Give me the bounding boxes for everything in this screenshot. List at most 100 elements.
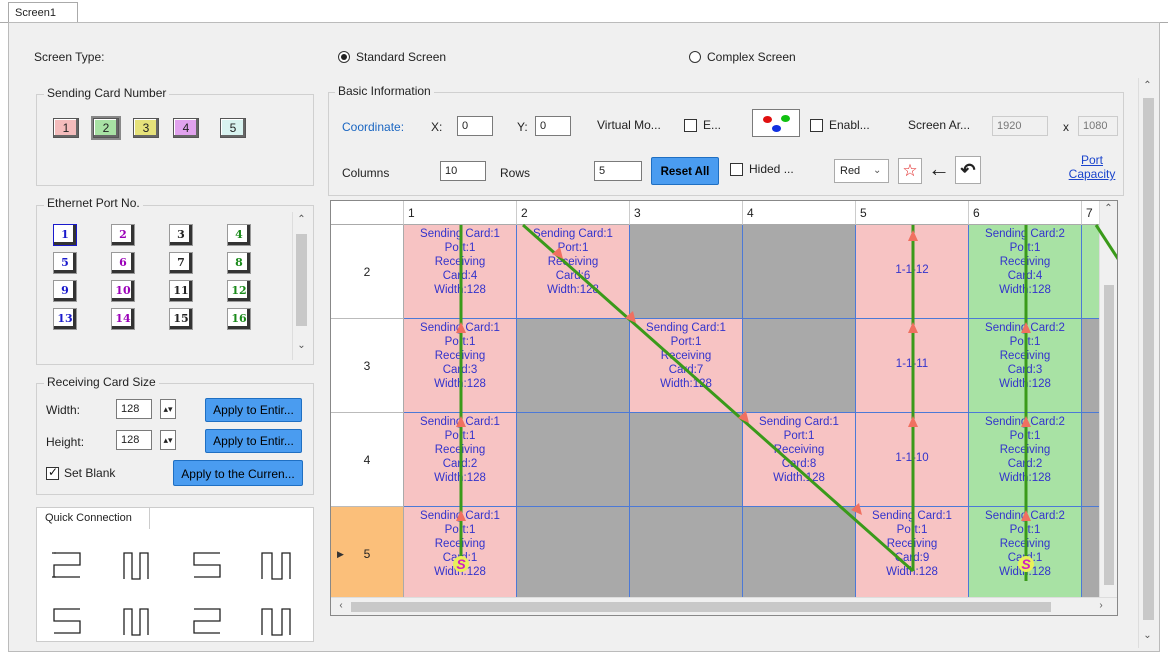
grid-cell[interactable]	[517, 413, 630, 507]
main-scrollbar[interactable]: ⌃ ⌄	[1138, 78, 1156, 648]
grid-cell[interactable]: Sending Card:2 Port:1 Receiving Card:1 Width…	[969, 507, 1082, 601]
grid-cell[interactable]	[743, 319, 856, 413]
grid-cell[interactable]: Sending Card:1 Port:1 Receiving Card:4 Width…	[404, 225, 517, 319]
y-input[interactable]: 0	[535, 116, 571, 136]
ethernet-port-14-button[interactable]: 14	[111, 308, 135, 330]
grid-cell[interactable]	[630, 507, 743, 601]
grid-cell[interactable]: Sending Card:2 Port:1 Receiving Card:2 Width…	[969, 413, 1082, 507]
ethernet-port-3-button[interactable]: 3	[169, 224, 193, 246]
reverse-zigzag-icon[interactable]	[193, 552, 221, 578]
grid-cell[interactable]: Sending Card:1 Port:1 Receiving Card:6 Width…	[517, 225, 630, 319]
standard-screen-radio[interactable]	[338, 51, 350, 63]
grid-cell[interactable]: Sending Card:1 Port:1 Receiving Card:8 Width…	[743, 413, 856, 507]
zigzag-down-icon[interactable]	[53, 608, 81, 634]
width-spinner-icon[interactable]: ▴▾	[160, 399, 176, 419]
grid-scroll-left-icon[interactable]: ‹	[335, 600, 347, 611]
sending-card-4-button[interactable]: 4	[173, 118, 199, 138]
scroll-up-icon[interactable]: ⌃	[293, 214, 310, 225]
ethernet-port-12-button[interactable]: 12	[227, 280, 251, 302]
undo-icon[interactable]: ↶	[955, 156, 981, 184]
grid-vscroll-thumb[interactable]	[1104, 285, 1114, 585]
star-icon[interactable]: ☆	[898, 158, 922, 184]
ethernet-port-9-button[interactable]: 9	[53, 280, 77, 302]
grid-cell[interactable]: Sending Card:1 Port:1 Receiving Card:2 Width…	[404, 413, 517, 507]
height-input[interactable]: 128	[116, 430, 152, 450]
grid-cell[interactable]: 1-1-11	[856, 319, 969, 413]
column-header[interactable]: 4	[743, 201, 856, 225]
ethernet-port-1-button[interactable]: 1	[53, 224, 77, 246]
columns-input[interactable]: 10	[440, 161, 486, 181]
grid-cell[interactable]	[517, 319, 630, 413]
sending-card-3-button[interactable]: 3	[133, 118, 159, 138]
set-blank-label[interactable]: Set Blank	[64, 466, 115, 480]
grid-vertical-scrollbar[interactable]: ⌃	[1099, 201, 1117, 597]
grid-cell[interactable]: Sending Card:1 Port:1 Receiving Card:7 Width…	[630, 319, 743, 413]
grid-cell[interactable]: Sending Card:2 Port:1 Receiving Card:4 Width…	[969, 225, 1082, 319]
x-input[interactable]: 0	[457, 116, 493, 136]
ethernet-port-6-button[interactable]: 6	[111, 252, 135, 274]
ethernet-port-8-button[interactable]: 8	[227, 252, 251, 274]
column-down-icon[interactable]	[261, 608, 291, 636]
apply-width-button[interactable]: Apply to Entir...	[205, 398, 302, 422]
screen-area-width-input[interactable]: 1920	[992, 116, 1048, 136]
grid-cell[interactable]	[743, 225, 856, 319]
reset-all-button[interactable]: Reset All	[651, 157, 719, 185]
color-select[interactable]: Red ⌄	[834, 159, 889, 183]
grid-cell[interactable]	[517, 507, 630, 601]
row-header[interactable]: 4	[331, 413, 404, 507]
grid-cell[interactable]: 1-1-12	[856, 225, 969, 319]
back-arrow-icon[interactable]: ←	[928, 157, 950, 183]
height-spinner-icon[interactable]: ▴▾	[160, 430, 176, 450]
grid-cell[interactable]	[743, 507, 856, 601]
row-header[interactable]: 2	[331, 225, 404, 319]
tab-screen1[interactable]: Screen1	[8, 2, 78, 22]
quick-connection-tab[interactable]: Quick Connection	[36, 507, 150, 529]
sending-card-2-button[interactable]: 2	[91, 116, 121, 140]
column-header[interactable]: 2	[517, 201, 630, 225]
set-blank-checkbox[interactable]	[46, 465, 59, 480]
column-header[interactable]: 6	[969, 201, 1082, 225]
main-scroll-thumb[interactable]	[1143, 98, 1154, 620]
sending-card-5-button[interactable]: 5	[220, 118, 246, 138]
grid-horizontal-scrollbar[interactable]: ‹ ›	[331, 597, 1117, 615]
standard-screen-label[interactable]: Standard Screen	[356, 50, 446, 64]
width-input[interactable]: 128	[116, 399, 152, 419]
virtual-pixel-icon[interactable]	[752, 109, 800, 137]
ethernet-port-2-button[interactable]: 2	[111, 224, 135, 246]
main-scroll-up-icon[interactable]: ⌃	[1139, 80, 1156, 91]
grid-cell[interactable]	[630, 225, 743, 319]
grid-scroll-thumb[interactable]	[351, 602, 1051, 612]
zigzag-pattern-icon[interactable]	[52, 552, 81, 578]
complex-screen-label[interactable]: Complex Screen	[707, 50, 796, 64]
ethernet-port-13-button[interactable]: 13	[53, 308, 77, 330]
virtual-mode-checkbox[interactable]	[684, 119, 697, 132]
column-header[interactable]: 1	[404, 201, 517, 225]
grid-cell[interactable]: 1-1-10	[856, 413, 969, 507]
grid-cell[interactable]: Sending Card:1 Port:1 Receiving Card:3 Width…	[404, 319, 517, 413]
grid-scroll-right-icon[interactable]: ›	[1095, 600, 1107, 611]
row-header[interactable]: 3	[331, 319, 404, 413]
ethernet-port-7-button[interactable]: 7	[169, 252, 193, 274]
sending-card-1-button[interactable]: 1	[53, 118, 79, 138]
ethernet-port-15-button[interactable]: 15	[169, 308, 193, 330]
scroll-down-icon[interactable]: ⌄	[293, 340, 310, 351]
column-up-icon[interactable]	[123, 608, 149, 636]
scroll-thumb[interactable]	[296, 234, 307, 326]
ethernet-scrollbar[interactable]: ⌃ ⌄	[292, 212, 310, 360]
column-serpentine-icon[interactable]	[123, 552, 149, 580]
ethernet-port-5-button[interactable]: 5	[53, 252, 77, 274]
grid-scroll-up-icon[interactable]: ⌃	[1100, 203, 1117, 214]
row-header[interactable]: ▶ 5	[331, 507, 404, 601]
main-scroll-down-icon[interactable]: ⌄	[1139, 630, 1156, 641]
zigzag-up-icon[interactable]	[193, 608, 221, 634]
screen-grid[interactable]: 1 2 3 4 5 6 7 2 Sending Card:1 Port:1 Receiving Car…	[330, 200, 1118, 616]
grid-cell[interactable]: Sending Card:2 Port:1 Receiving Card:3 Width…	[969, 319, 1082, 413]
rows-input[interactable]: 5	[594, 161, 642, 181]
grid-cell[interactable]: Sending Card:1 Port:1 Receiving Card:9 Width…	[856, 507, 969, 601]
apply-current-button[interactable]: Apply to the Curren...	[173, 460, 303, 486]
hided-checkbox[interactable]	[730, 163, 743, 176]
screen-area-height-input[interactable]: 1080	[1078, 116, 1118, 136]
complex-screen-radio[interactable]	[689, 51, 701, 63]
ethernet-port-4-button[interactable]: 4	[227, 224, 251, 246]
grid-cell[interactable]: Sending Card:1 Port:1 Receiving Card:1 Width…	[404, 507, 517, 601]
